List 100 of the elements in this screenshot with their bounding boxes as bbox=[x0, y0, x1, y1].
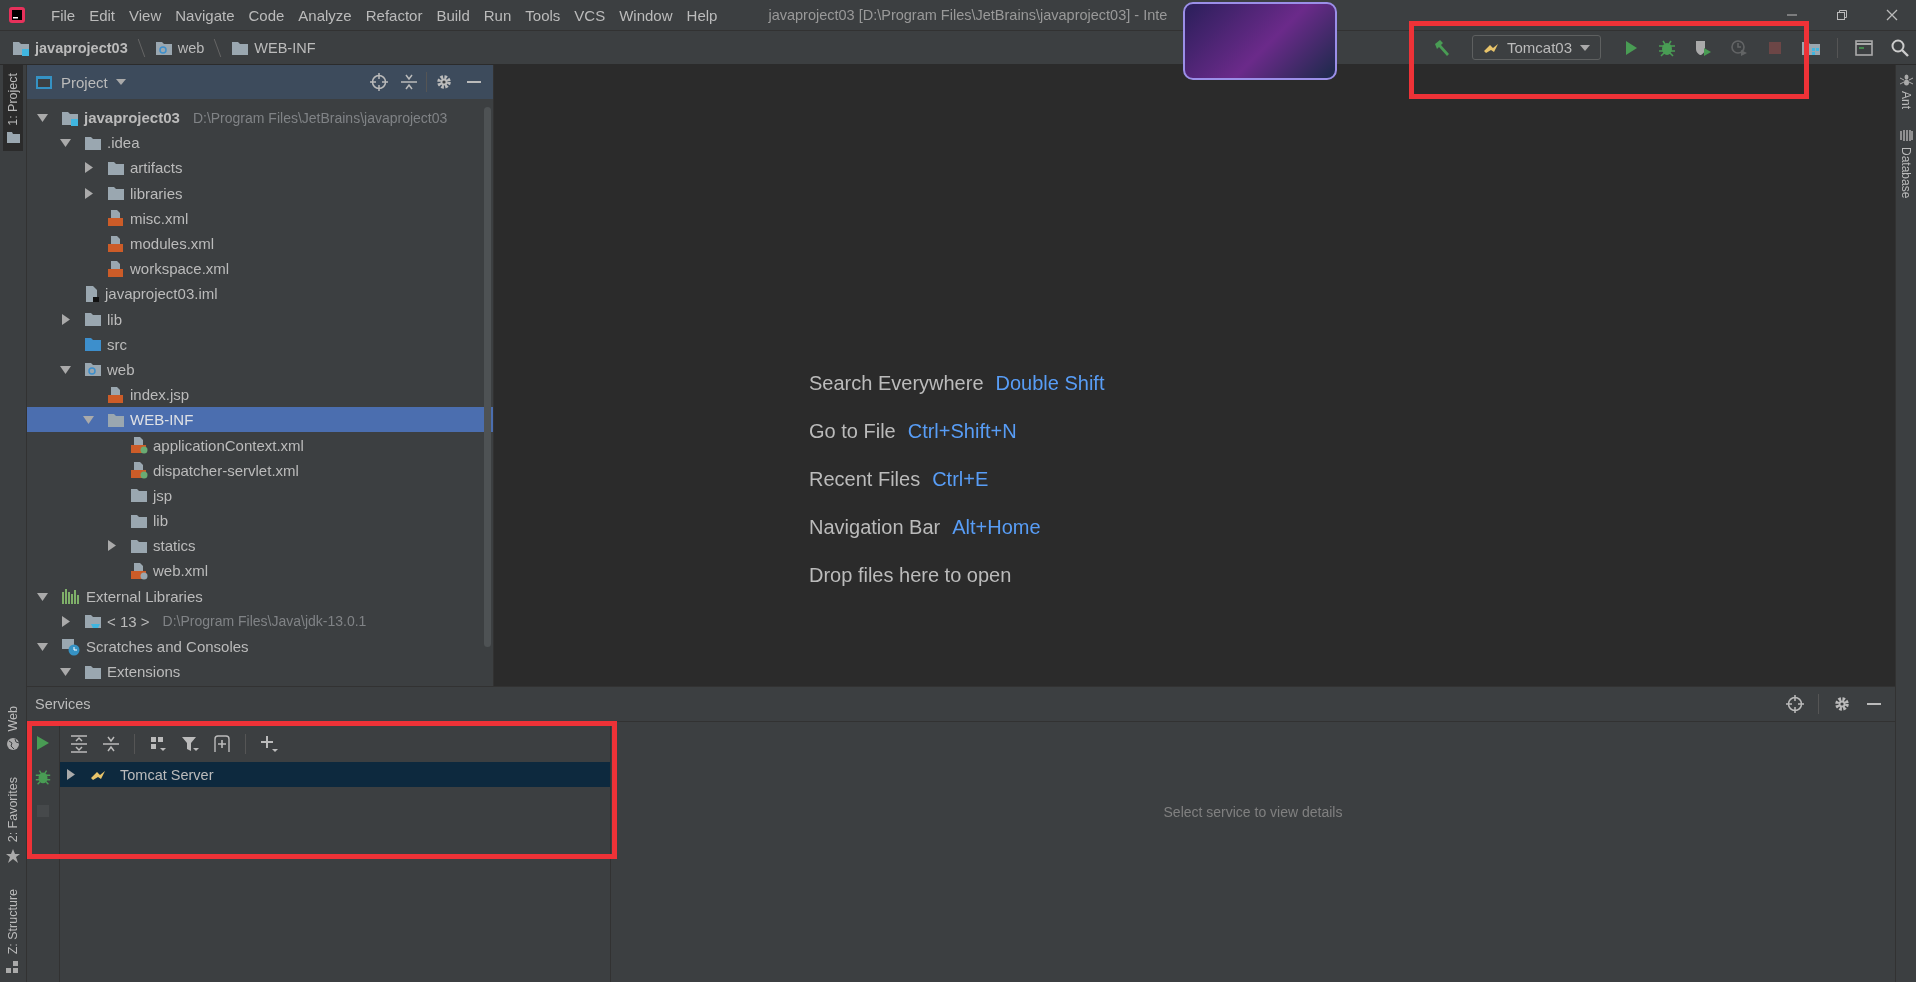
add-frame-icon[interactable] bbox=[213, 735, 231, 753]
scrollbar[interactable] bbox=[484, 107, 491, 647]
jsp-file-icon bbox=[107, 385, 125, 404]
expand-all-icon[interactable] bbox=[70, 735, 88, 753]
database-icon bbox=[1899, 129, 1913, 142]
tree-item[interactable]: src bbox=[27, 331, 493, 357]
tree-item-label: index.jsp bbox=[130, 386, 190, 404]
bug-icon[interactable] bbox=[34, 768, 52, 786]
menu-item[interactable]: File bbox=[44, 6, 83, 24]
tree-item[interactable]: Scratches and Consoles bbox=[27, 633, 493, 660]
shortcut-text: Ctrl+Shift+N bbox=[907, 419, 1017, 443]
dropdown-caret-icon[interactable] bbox=[115, 79, 126, 85]
tree-item[interactable]: .idea bbox=[27, 130, 493, 156]
crosshair-icon[interactable] bbox=[1786, 695, 1804, 713]
menu-item[interactable]: Help bbox=[679, 6, 725, 24]
scratches-icon bbox=[61, 637, 81, 656]
tree-arrow-icon bbox=[37, 112, 48, 124]
tree-item[interactable]: misc.xml bbox=[27, 205, 493, 231]
tree-item[interactable]: External Libraries bbox=[27, 583, 493, 609]
project-folder-icon bbox=[12, 39, 30, 56]
menu-item[interactable]: View bbox=[122, 6, 169, 24]
breadcrumb-item[interactable]: WEB-INF bbox=[254, 39, 316, 56]
service-item-label: Tomcat Server bbox=[120, 766, 214, 783]
tree-item[interactable]: lib bbox=[27, 306, 493, 332]
globe-icon bbox=[6, 737, 20, 752]
editor-hint-text: Go to File bbox=[809, 419, 896, 443]
tool-window-tab[interactable]: 1: Project bbox=[3, 65, 23, 151]
tree-arrow-icon bbox=[60, 137, 71, 149]
tree-item[interactable]: javaproject03 D:\Program Files\JetBrains\javaproject03 bbox=[27, 105, 493, 131]
tool-window-tab[interactable]: Web bbox=[3, 697, 23, 760]
tree-item[interactable]: < 13 > D:\Program Files\Java\jdk-13.0.1 bbox=[27, 608, 493, 634]
tree-item[interactable]: lib bbox=[27, 508, 493, 534]
tree-item[interactable]: Extensions bbox=[27, 659, 493, 685]
tree-item[interactable]: applicationContext.xml bbox=[27, 432, 493, 458]
folder-icon bbox=[107, 185, 125, 202]
ant-icon bbox=[1899, 73, 1913, 86]
tree-arrow-icon bbox=[83, 162, 94, 174]
xml-file-icon bbox=[107, 209, 125, 228]
tree-item-label: misc.xml bbox=[130, 209, 189, 227]
xml-file-icon bbox=[130, 461, 148, 480]
folder-icon bbox=[231, 39, 250, 56]
tool-window-tab[interactable]: Ant bbox=[1899, 73, 1913, 109]
tree-arrow-icon bbox=[106, 540, 117, 552]
tree-item[interactable]: dispatcher-servlet.xml bbox=[27, 457, 493, 483]
editor-hint-text: Navigation Bar bbox=[809, 515, 941, 539]
tree-item-label: modules.xml bbox=[130, 235, 215, 253]
empty-state-text: Select service to view details bbox=[1163, 804, 1343, 822]
tree-item[interactable]: web.xml bbox=[27, 558, 493, 584]
tree-item[interactable]: artifacts bbox=[27, 155, 493, 181]
menu-item[interactable]: Edit bbox=[82, 6, 123, 24]
service-item[interactable]: Tomcat Server bbox=[60, 762, 610, 787]
run-configuration-name: Tomcat03 bbox=[1506, 39, 1572, 56]
collapse-all-icon[interactable] bbox=[102, 735, 120, 753]
menu-item[interactable]: Build bbox=[429, 6, 477, 24]
tree-arrow-icon bbox=[60, 313, 71, 325]
restore-icon[interactable] bbox=[1836, 9, 1848, 21]
tree-item[interactable]: modules.xml bbox=[27, 230, 493, 257]
settings-icon[interactable] bbox=[435, 73, 453, 91]
menu-item[interactable]: VCS bbox=[567, 6, 613, 24]
menu-item[interactable]: Analyze bbox=[291, 6, 359, 24]
jdk-folder-icon bbox=[84, 613, 102, 630]
tree-item-label: .idea bbox=[107, 134, 140, 152]
tree-item[interactable]: index.jsp bbox=[27, 382, 493, 408]
window-icon[interactable] bbox=[1854, 37, 1874, 58]
group-icon[interactable] bbox=[149, 735, 167, 753]
panel-title[interactable]: Project bbox=[61, 73, 108, 91]
menu-item[interactable]: Refactor bbox=[358, 6, 430, 24]
project-folder-icon bbox=[61, 109, 79, 126]
xml-file-icon bbox=[130, 436, 148, 455]
tree-item[interactable]: statics bbox=[27, 533, 493, 559]
tool-window-tab[interactable]: Z: Structure bbox=[3, 880, 23, 982]
tool-window-tab[interactable]: Database bbox=[1899, 129, 1913, 199]
crosshair-icon[interactable] bbox=[370, 73, 388, 91]
library-icon bbox=[61, 588, 81, 605]
tomcat-icon bbox=[1482, 41, 1499, 54]
breadcrumb-item[interactable]: javaproject03 bbox=[35, 39, 128, 56]
app-logo-icon bbox=[8, 6, 26, 24]
menu-item[interactable]: Navigate bbox=[168, 6, 242, 24]
close-icon[interactable] bbox=[1886, 9, 1898, 21]
menu-item[interactable]: Window bbox=[612, 6, 680, 24]
collapse-all-icon[interactable] bbox=[400, 73, 418, 91]
tree-item[interactable]: workspace.xml bbox=[27, 256, 493, 282]
tree-item[interactable]: WEB-INF bbox=[27, 407, 493, 433]
settings-icon[interactable] bbox=[1833, 695, 1851, 713]
tree-item[interactable]: javaproject03.iml bbox=[27, 281, 493, 307]
breadcrumb-item[interactable]: web bbox=[177, 39, 205, 56]
dropdown-caret-icon bbox=[1580, 44, 1590, 51]
menu-item[interactable]: Code bbox=[241, 6, 292, 24]
search-icon[interactable] bbox=[1890, 37, 1910, 58]
filter-icon[interactable] bbox=[181, 735, 199, 753]
tree-item-label: javaproject03 bbox=[84, 109, 180, 127]
add-icon[interactable] bbox=[260, 735, 278, 753]
menu-item[interactable]: Run bbox=[476, 6, 519, 24]
tree-item[interactable]: jsp bbox=[27, 482, 493, 508]
menu-item[interactable]: Tools bbox=[518, 6, 568, 24]
tree-item[interactable]: web bbox=[27, 356, 493, 383]
tree-item[interactable]: libraries bbox=[27, 180, 493, 206]
run-configuration-dropdown[interactable]: Tomcat03 bbox=[1471, 35, 1601, 60]
folder-icon bbox=[84, 663, 102, 680]
tool-window-tab[interactable]: 2: Favorites bbox=[3, 769, 23, 871]
